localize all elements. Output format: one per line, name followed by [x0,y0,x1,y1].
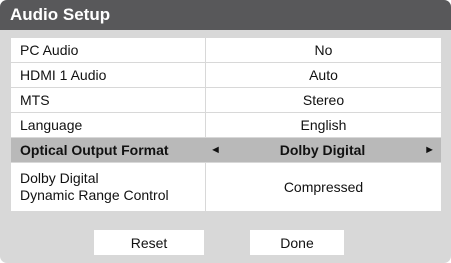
reset-button[interactable]: Reset [94,230,204,255]
setting-value[interactable]: Stereo [206,88,441,112]
setting-row-optical-output-format[interactable]: Optical Output Format ◄ Dolby Digital ► [11,138,441,163]
settings-table: PC Audio No HDMI 1 Audio Auto MTS Stereo… [11,38,441,211]
setting-row-pc-audio[interactable]: PC Audio No [11,38,441,63]
setting-row-hdmi1-audio[interactable]: HDMI 1 Audio Auto [11,63,441,88]
setting-value[interactable]: English [206,113,441,137]
audio-setup-dialog: Audio Setup PC Audio No HDMI 1 Audio Aut… [0,0,451,263]
setting-value-selector[interactable]: ◄ Dolby Digital ► [206,138,441,162]
setting-label: Language [11,113,206,137]
done-button[interactable]: Done [250,230,344,255]
setting-label: Optical Output Format [20,142,169,158]
setting-label: Dolby Digital Dynamic Range Control [11,163,206,211]
right-arrow-icon[interactable]: ► [424,144,435,156]
setting-row-dynamic-range-control[interactable]: Dolby Digital Dynamic Range Control Comp… [11,163,441,211]
setting-label: HDMI 1 Audio [11,63,206,87]
setting-row-language[interactable]: Language English [11,113,441,138]
setting-row-mts[interactable]: MTS Stereo [11,88,441,113]
setting-value[interactable]: Compressed [206,163,441,211]
setting-value[interactable]: Auto [206,63,441,87]
setting-label: PC Audio [11,38,206,62]
setting-label-line2: Dynamic Range Control [20,187,169,203]
left-arrow-icon[interactable]: ◄ [210,144,221,156]
setting-value[interactable]: No [206,38,441,62]
dialog-title: Audio Setup [0,0,451,30]
setting-label: MTS [11,88,206,112]
setting-value: Dolby Digital [279,142,366,158]
setting-label-line1: Dolby Digital [20,170,99,186]
